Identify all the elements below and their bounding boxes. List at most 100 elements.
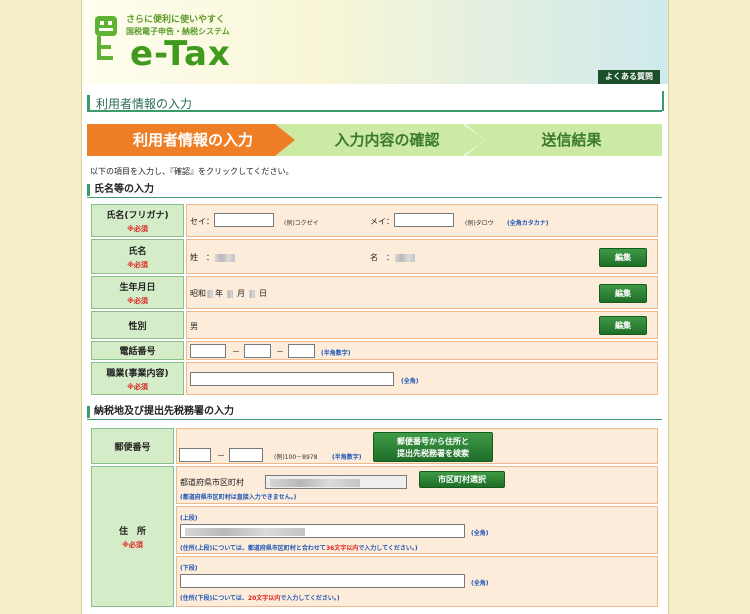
birth-era: 昭和 xyxy=(190,289,206,298)
label-address: 住 所 ※必須 xyxy=(91,466,174,607)
value-postal: － (例)100－8978 (半角数字) 郵便番号から住所と 提出先税務署を検索 xyxy=(176,428,658,464)
value-gender: 男 編集 xyxy=(186,311,658,339)
label-occupation-text: 職業(事業内容) xyxy=(106,368,169,379)
label-gender-text: 性別 xyxy=(128,321,147,332)
city-select-button[interactable]: 市区町村選択 xyxy=(419,471,505,488)
address-lower-input[interactable] xyxy=(180,574,465,588)
row-gender: 性別 男 編集 xyxy=(91,311,658,339)
title-bar-end xyxy=(662,91,664,111)
postal-input-2[interactable] xyxy=(229,448,263,462)
edit-gender-button[interactable]: 編集 xyxy=(599,316,647,335)
postal-hint: (半角数字) xyxy=(332,454,362,461)
label-gender: 性別 xyxy=(91,311,184,339)
mei-kana-example: (例)タロウ xyxy=(465,220,494,227)
pref-redacted xyxy=(270,479,360,487)
upper-label: (上段) xyxy=(180,515,198,522)
value-name: 姓 ： 名 ： 編集 xyxy=(186,239,658,274)
postal-search-line1: 郵便番号から住所と xyxy=(397,437,469,446)
phone-input-3[interactable] xyxy=(288,344,315,358)
section-address-title-text: 納税地及び提出先税務署の入力 xyxy=(94,406,234,417)
page-title: 利用者情報の入力 xyxy=(87,91,664,112)
step-3-label: 送信結果 xyxy=(541,131,602,149)
label-name: 氏名 ※必須 xyxy=(91,239,184,274)
kana-hint: (全角カタカナ) xyxy=(507,220,549,227)
lower-note-red: 20文字以内 xyxy=(247,595,281,602)
etax-logo-icon xyxy=(95,16,117,60)
label-postal: 郵便番号 xyxy=(91,428,174,464)
occupation-hint: (全角) xyxy=(401,378,419,385)
header: さらに便利に使いやすく 国税電子申告・納税システム e-Tax よくある質問 xyxy=(82,0,668,84)
upper-note-red: 36文字以内 xyxy=(325,545,359,552)
address-upper-input[interactable] xyxy=(180,524,465,538)
required-badge: ※必須 xyxy=(127,296,148,305)
sei-kana-input[interactable] xyxy=(214,213,274,227)
postal-example: (例)100－8978 xyxy=(274,454,318,461)
label-birthdate: 生年月日 ※必須 xyxy=(91,276,184,309)
row-postal: 郵便番号 － (例)100－8978 (半角数字) 郵便番号から住所と 提出先税… xyxy=(91,428,658,464)
lower-label: (下段) xyxy=(180,565,198,572)
etax-logo-text: e-Tax xyxy=(130,34,231,74)
label-postal-text: 郵便番号 xyxy=(114,442,151,453)
lower-note-a: (住所(下段)については、 xyxy=(180,595,248,602)
sei-redacted xyxy=(215,254,235,262)
postal-input-1[interactable] xyxy=(179,448,211,462)
upper-redacted xyxy=(185,528,305,536)
label-occupation: 職業(事業内容) ※必須 xyxy=(91,362,184,395)
value-phone: － － (半角数字) xyxy=(186,341,658,360)
upper-note: (住所(上段)については、都道府県市区町村と合わせて36文字以内で入力してくださ… xyxy=(180,543,418,552)
lower-note: (住所(下段)については、20文字以内で入力してください。) xyxy=(180,593,340,602)
sei-kana-example: (例)コクゼイ xyxy=(284,220,319,227)
mei-label: 名 ： xyxy=(370,253,394,262)
upper-note-b: で入力してください。) xyxy=(358,545,418,552)
required-badge: ※必須 xyxy=(122,540,143,549)
mei-kana-input[interactable] xyxy=(394,213,454,227)
occupation-input[interactable] xyxy=(190,372,394,386)
postal-search-line2: 提出先税務署を検索 xyxy=(397,449,469,458)
step-indicator: 利用者情報の入力 入力内容の確認 送信結果 xyxy=(87,124,662,156)
label-name-text: 氏名 xyxy=(128,246,147,257)
row-address: 住 所 ※必須 都道府県市区町村 市区町村選択 (都道府県市区町村は直接入力でき… xyxy=(91,466,658,607)
lower-note-b: で入力してください。) xyxy=(280,595,340,602)
value-occupation: (全角) xyxy=(186,362,658,395)
required-badge: ※必須 xyxy=(127,382,148,391)
phone-sep-1: － xyxy=(232,347,240,356)
value-name-kana: セイ： (例)コクゼイ メイ： (例)タロウ (全角カタカナ) xyxy=(186,204,658,237)
section-name-title: 氏名等の入力 xyxy=(87,184,662,198)
section-bar xyxy=(87,406,90,418)
mei-redacted xyxy=(395,254,415,262)
label-phone-text: 電話番号 xyxy=(119,347,156,357)
tagline-line1: さらに便利に使いやすく xyxy=(126,15,226,25)
label-name-kana-text: 氏名(フリガナ) xyxy=(106,210,169,221)
gender-value: 男 xyxy=(190,322,198,331)
value-address-pref: 都道府県市区町村 市区町村選択 (都道府県市区町村は直接入力できません。) xyxy=(176,466,658,504)
phone-input-1[interactable] xyxy=(190,344,226,358)
title-bar-accent xyxy=(87,95,90,110)
pref-note: (都道府県市区町村は直接入力できません。) xyxy=(180,494,297,501)
required-badge: ※必須 xyxy=(127,224,148,233)
section-bar xyxy=(87,184,90,196)
label-name-kana: 氏名(フリガナ) ※必須 xyxy=(91,204,184,237)
faq-button[interactable]: よくある質問 xyxy=(598,70,660,84)
upper-note-a: (住所(上段)については、都道府県市区町村と合わせて xyxy=(180,545,326,552)
value-birthdate: 昭和 年 月 日 編集 xyxy=(186,276,658,309)
section-address-title: 納税地及び提出先税務署の入力 xyxy=(87,406,662,420)
section-name-title-text: 氏名等の入力 xyxy=(94,184,154,195)
step-2-label: 入力内容の確認 xyxy=(334,131,440,149)
row-birthdate: 生年月日 ※必須 昭和 年 月 日 編集 xyxy=(91,276,658,309)
edit-birthdate-button[interactable]: 編集 xyxy=(599,284,647,303)
birth-day-unit: 日 xyxy=(259,289,267,298)
step-input-current: 利用者情報の入力 xyxy=(87,124,299,156)
label-birthdate-text: 生年月日 xyxy=(119,282,156,293)
mei-kana-label: メイ： xyxy=(370,217,394,226)
row-name-kana: 氏名(フリガナ) ※必須 セイ： (例)コクゼイ メイ： (例)タロウ (全角カ… xyxy=(91,204,658,237)
row-occupation: 職業(事業内容) ※必須 (全角) xyxy=(91,362,658,395)
postal-search-button[interactable]: 郵便番号から住所と 提出先税務署を検索 xyxy=(373,432,493,462)
birth-month-unit: 月 xyxy=(237,289,245,298)
sei-label: 姓 ： xyxy=(190,253,214,262)
pref-display xyxy=(265,475,407,489)
row-name: 氏名 ※必須 姓 ： 名 ： 編集 xyxy=(91,239,658,274)
birth-month-redacted xyxy=(227,290,233,298)
step-result: 送信結果 xyxy=(465,124,662,156)
edit-name-button[interactable]: 編集 xyxy=(599,248,647,267)
phone-input-2[interactable] xyxy=(244,344,271,358)
